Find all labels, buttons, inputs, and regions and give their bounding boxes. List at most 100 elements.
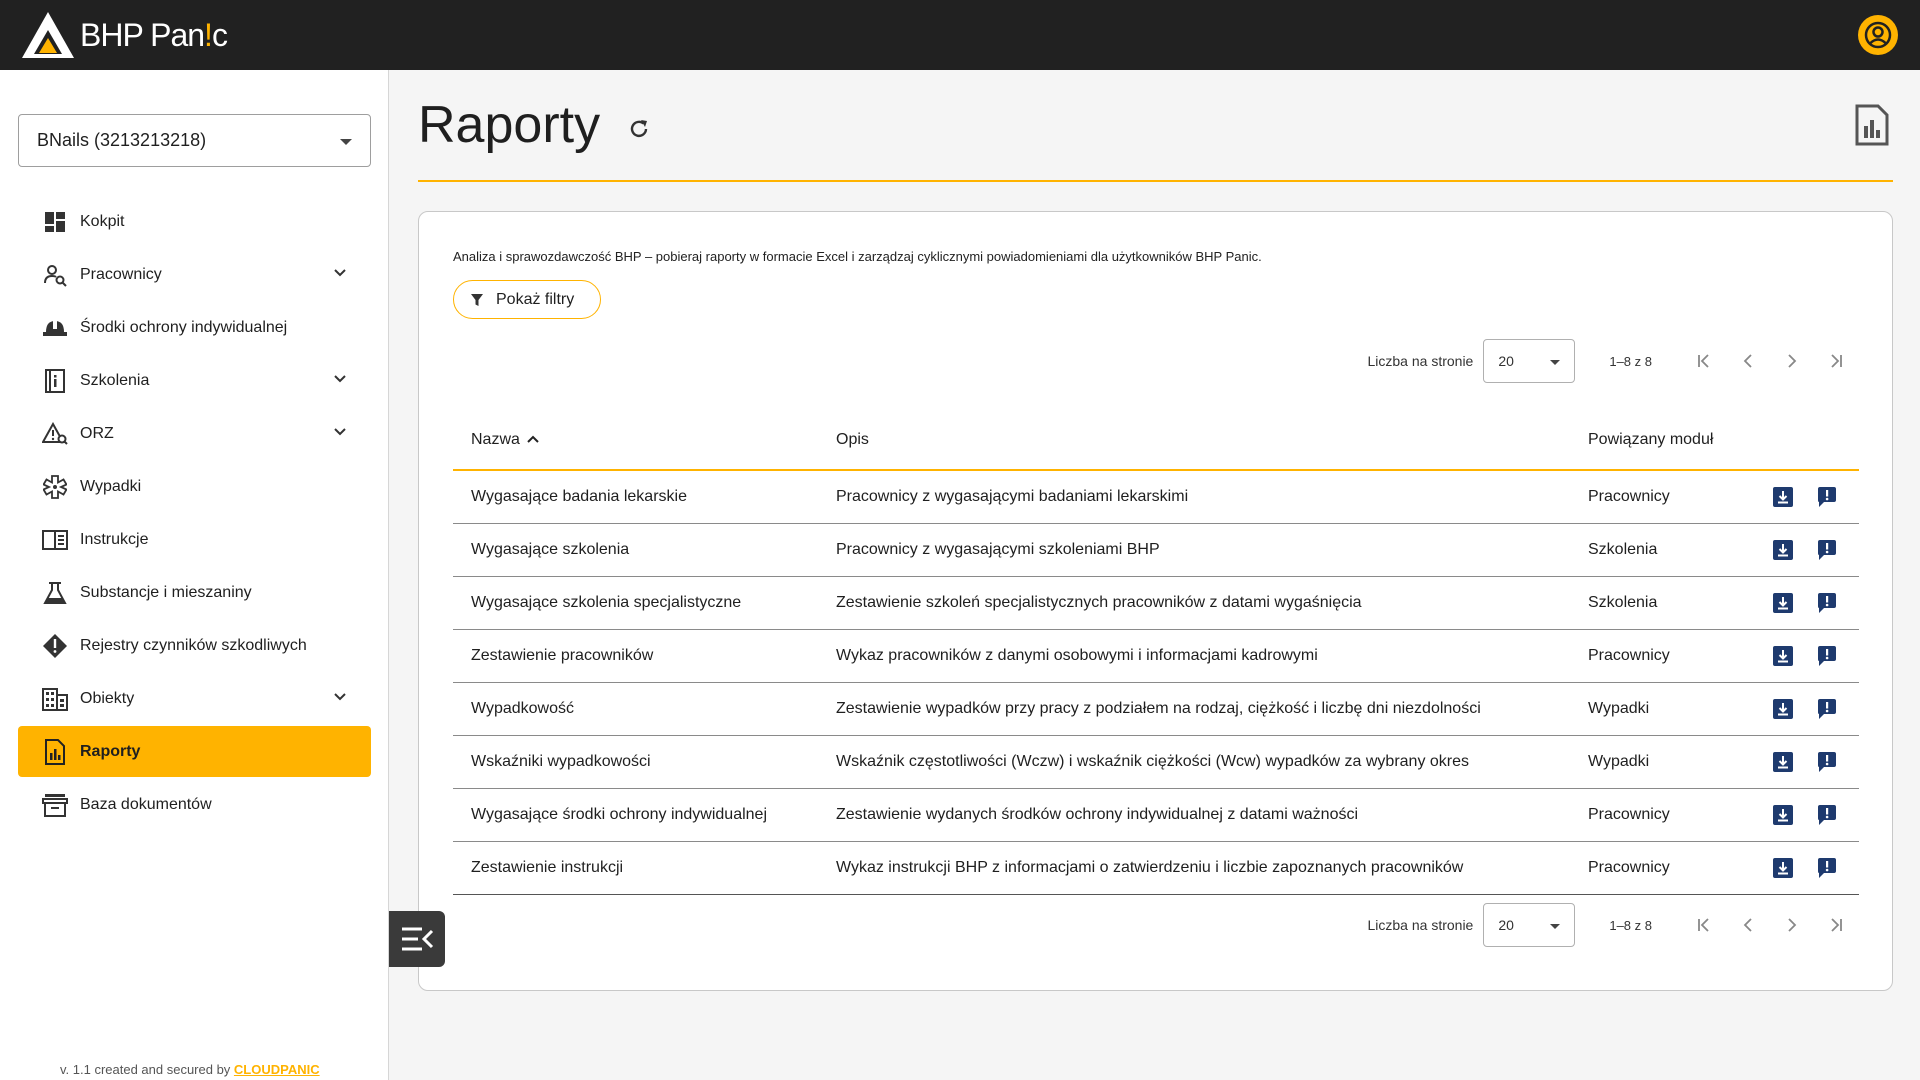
- report-module: Wypadki: [1570, 735, 1760, 789]
- download-report-button[interactable]: [1772, 751, 1794, 773]
- training-book-icon: [42, 368, 68, 394]
- chevron-down-icon[interactable]: [333, 425, 347, 439]
- per-page-value: 20: [1498, 917, 1514, 933]
- report-name: Wygasające szkolenia: [453, 523, 818, 577]
- report-name: Wskaźniki wypadkowości: [453, 735, 818, 789]
- cloudpanic-link[interactable]: CLOUDPANIC: [234, 1062, 320, 1077]
- first-page-button[interactable]: [1682, 339, 1726, 383]
- notification-icon: [1818, 751, 1836, 772]
- next-page-button[interactable]: [1770, 903, 1814, 947]
- user-account-button[interactable]: [1858, 15, 1898, 55]
- sidebar-item-raporty[interactable]: Raporty: [18, 726, 371, 777]
- sidebar-item-label: Szkolenia: [80, 371, 150, 389]
- sidebar-item-label: Instrukcje: [80, 530, 149, 548]
- download-report-button[interactable]: [1772, 486, 1794, 508]
- per-page-select[interactable]: 20: [1483, 903, 1576, 947]
- logo-icon: [22, 12, 74, 58]
- row-actions: [1760, 576, 1859, 630]
- row-actions: [1760, 682, 1859, 736]
- sidebar-item-szkolenia[interactable]: Szkolenia: [18, 355, 371, 406]
- sidebar-item-obiekty[interactable]: Obiekty: [18, 673, 371, 724]
- report-notification-button[interactable]: [1816, 804, 1838, 826]
- app-logo[interactable]: BHP Pan!c: [20, 10, 228, 60]
- table-row: Zestawienie pracowników Wykaz pracowników…: [453, 629, 1859, 683]
- download-report-button[interactable]: [1772, 857, 1794, 879]
- report-notification-button[interactable]: [1816, 751, 1838, 773]
- column-header-module[interactable]: Powiązany moduł: [1570, 410, 1760, 471]
- company-select-value: BNails (3213213218): [37, 130, 207, 150]
- column-header-actions: [1760, 410, 1859, 471]
- instruction-book-icon: [42, 527, 68, 553]
- show-filters-label: Pokaż filtry: [496, 290, 575, 308]
- last-page-icon: [1831, 354, 1842, 368]
- report-notification-button[interactable]: [1816, 592, 1838, 614]
- last-page-button[interactable]: [1814, 339, 1858, 383]
- download-report-button[interactable]: [1772, 698, 1794, 720]
- building-icon: [42, 686, 68, 712]
- previous-page-button[interactable]: [1726, 339, 1770, 383]
- sidebar-item-rejestry[interactable]: Rejestry czynników szkodliwych: [18, 620, 371, 671]
- report-description: Pracownicy z wygasającymi badaniami leka…: [818, 470, 1570, 524]
- download-icon: [1773, 486, 1793, 507]
- page-range: 1–8 z 8: [1609, 353, 1652, 369]
- first-page-button[interactable]: [1682, 903, 1726, 947]
- row-actions: [1760, 788, 1859, 842]
- report-name: Wygasające środki ochrony indywidualnej: [453, 788, 818, 842]
- sidebar-item-orz[interactable]: ORZ: [18, 408, 371, 459]
- chevron-left-icon: [1743, 918, 1752, 932]
- sidebar-item-label: Środki ochrony indywidualnej: [80, 318, 288, 336]
- download-report-button[interactable]: [1772, 539, 1794, 561]
- chevron-right-icon: [1788, 918, 1797, 932]
- notification-icon: [1818, 592, 1836, 613]
- table-row: Wskaźniki wypadkowości Wskaźnik częstotli…: [453, 735, 1859, 789]
- per-page-select[interactable]: 20: [1483, 339, 1576, 383]
- sidebar-item-baza-dokumentow[interactable]: Baza dokumentów: [18, 779, 371, 830]
- sidebar-item-kokpit[interactable]: Kokpit: [18, 196, 371, 247]
- risk-warning-icon: [42, 421, 68, 447]
- notification-icon: [1818, 645, 1836, 666]
- report-notification-button[interactable]: [1816, 486, 1838, 508]
- sidebar-item-srodki-ochrony[interactable]: Środki ochrony indywidualnej: [18, 302, 371, 353]
- collapse-sidebar-button[interactable]: [389, 911, 445, 967]
- sidebar-item-substancje[interactable]: Substancje i mieszaniny: [18, 567, 371, 618]
- last-page-button[interactable]: [1814, 903, 1858, 947]
- chevron-down-icon[interactable]: [333, 372, 347, 386]
- user-circle-icon: [1864, 21, 1892, 49]
- download-report-button[interactable]: [1772, 804, 1794, 826]
- filter-icon: [471, 293, 483, 306]
- chevron-down-icon[interactable]: [333, 690, 347, 704]
- report-notification-button[interactable]: [1816, 698, 1838, 720]
- next-page-button[interactable]: [1770, 339, 1814, 383]
- column-header-description[interactable]: Opis: [818, 410, 1570, 471]
- row-actions: [1760, 470, 1859, 524]
- report-export-button[interactable]: [1854, 104, 1890, 146]
- refresh-icon: [630, 120, 648, 138]
- chevron-down-icon[interactable]: [333, 266, 347, 280]
- company-select[interactable]: BNails (3213213218): [18, 114, 371, 167]
- refresh-button[interactable]: [626, 116, 652, 142]
- show-filters-button[interactable]: Pokaż filtry: [453, 280, 601, 319]
- version-footer: v. 1.1 created and secured by CLOUDPANIC: [60, 1062, 320, 1077]
- column-header-name[interactable]: Nazwa: [453, 410, 818, 471]
- download-report-button[interactable]: [1772, 592, 1794, 614]
- download-report-button[interactable]: [1772, 645, 1794, 667]
- per-page-value: 20: [1498, 353, 1514, 369]
- page-title: Raporty: [418, 96, 601, 154]
- report-notification-button[interactable]: [1816, 539, 1838, 561]
- download-icon: [1773, 592, 1793, 613]
- top-bar: BHP Pan!c: [0, 0, 1920, 70]
- sidebar-item-wypadki[interactable]: Wypadki: [18, 461, 371, 512]
- report-module: Pracownicy: [1570, 470, 1760, 524]
- table-header-row: Nazwa Opis Powiązany moduł: [453, 410, 1859, 471]
- report-description: Zestawienie wypadków przy pracy z podzia…: [818, 682, 1570, 736]
- previous-page-button[interactable]: [1726, 903, 1770, 947]
- sidebar-item-instrukcje[interactable]: Instrukcje: [18, 514, 371, 565]
- report-notification-button[interactable]: [1816, 857, 1838, 879]
- sidebar-item-pracownicy[interactable]: Pracownicy: [18, 249, 371, 300]
- report-description: Wykaz instrukcji BHP z informacjami o za…: [818, 841, 1570, 895]
- report-notification-button[interactable]: [1816, 645, 1838, 667]
- table-row: Wygasające szkolenia Pracownicy z wygasaj…: [453, 523, 1859, 577]
- per-page-label: Liczba na stronie: [1367, 917, 1474, 933]
- row-actions: [1760, 735, 1859, 789]
- sidebar-item-label: Kokpit: [80, 212, 125, 230]
